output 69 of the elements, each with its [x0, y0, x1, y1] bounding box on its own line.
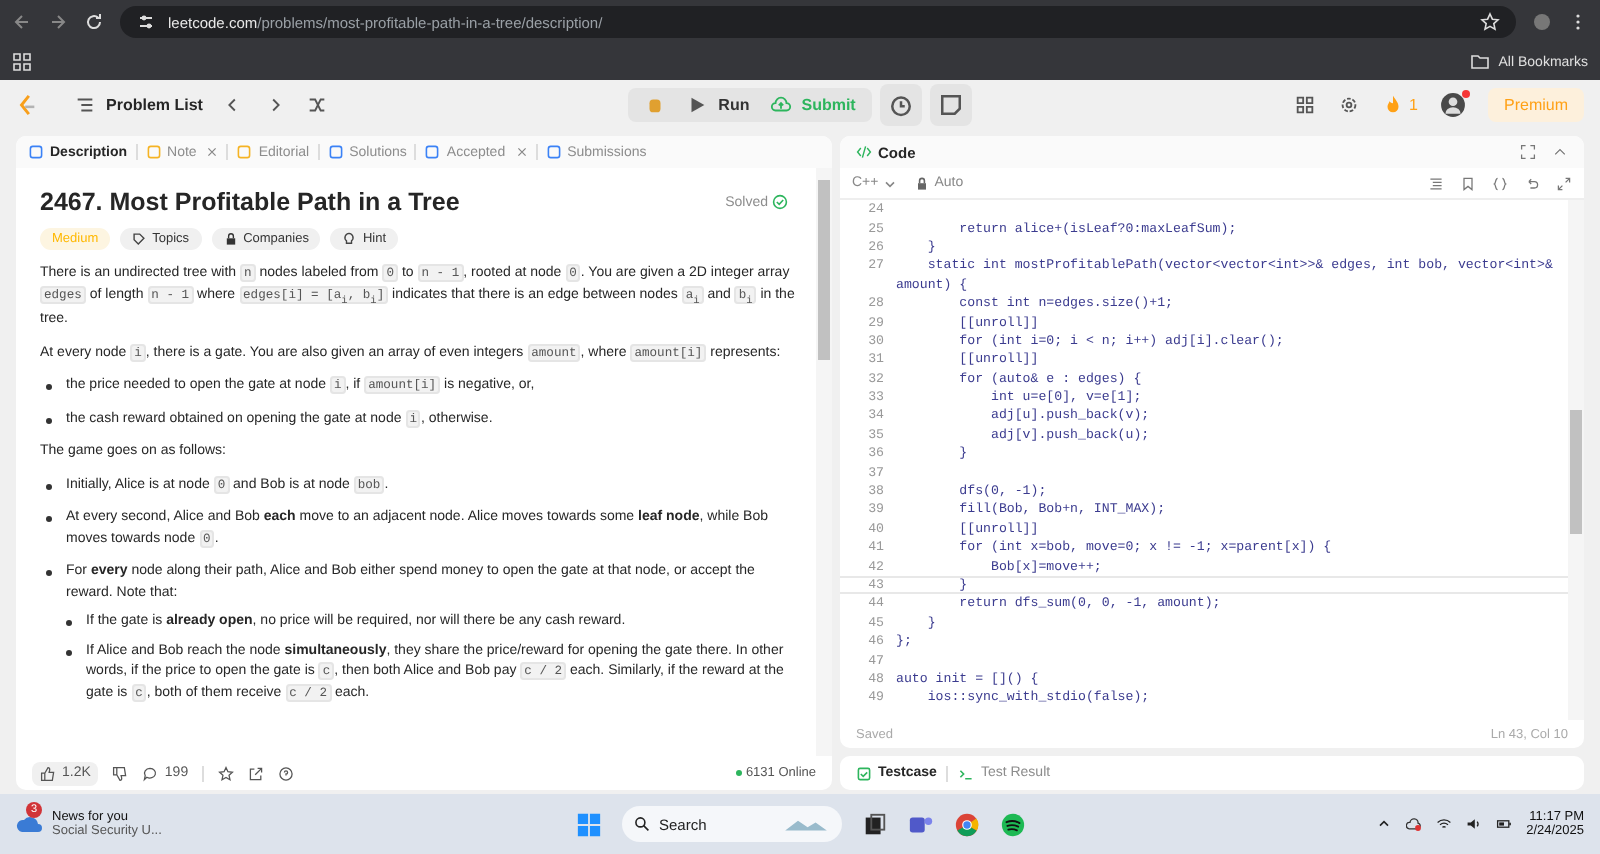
- format-icon[interactable]: [1428, 175, 1444, 191]
- expand-icon[interactable]: [1520, 144, 1536, 160]
- star-icon[interactable]: [218, 765, 235, 781]
- notification-dot: [1462, 89, 1470, 97]
- code-brackets-icon: [856, 144, 872, 160]
- volume-icon[interactable]: [1466, 816, 1483, 832]
- list-icon: [74, 93, 96, 115]
- user-avatar[interactable]: [1440, 91, 1466, 117]
- tab-icon: [424, 144, 441, 160]
- braces-icon[interactable]: [1492, 175, 1508, 191]
- tab-icon: [545, 144, 562, 160]
- tab-icon: [327, 144, 344, 160]
- undo-icon[interactable]: [1524, 175, 1540, 191]
- close-icon[interactable]: [515, 146, 528, 158]
- bullet-dot: [46, 384, 52, 391]
- lightbulb-icon: [342, 232, 357, 246]
- scrollbar-thumb[interactable]: [1570, 410, 1582, 534]
- comment-icon: [142, 765, 159, 781]
- battery-icon[interactable]: [1496, 816, 1513, 832]
- bullet-dot: [46, 570, 52, 577]
- problem-list-button[interactable]: Problem List: [74, 93, 203, 115]
- bullet-dot: [66, 620, 72, 627]
- spotify-icon[interactable]: [999, 811, 1025, 837]
- task-view-icon[interactable]: [861, 811, 887, 837]
- search-icon: [633, 816, 649, 832]
- cloud-upload-icon: [769, 93, 792, 115]
- bullet-dot: [66, 649, 72, 656]
- checkbox-icon: [856, 765, 872, 781]
- profile-avatar-icon[interactable]: [1532, 12, 1552, 32]
- tab-icon: [236, 144, 253, 160]
- bookmark-icon[interactable]: [1460, 175, 1476, 191]
- collapse-icon[interactable]: [1552, 144, 1568, 160]
- tab-icon: [145, 144, 162, 160]
- check-circle-icon: [772, 194, 788, 210]
- avatar-icon: [1440, 91, 1466, 117]
- apps-grid-icon[interactable]: [12, 52, 32, 72]
- site-settings-icon[interactable]: [136, 12, 156, 32]
- maximize-icon[interactable]: [1556, 175, 1572, 191]
- bullet-dot: [46, 483, 52, 490]
- layout-grid-icon[interactable]: [1293, 93, 1316, 115]
- note-icon[interactable]: [929, 83, 972, 125]
- scrollbar-thumb[interactable]: [818, 180, 830, 360]
- reload-icon[interactable]: [84, 12, 104, 32]
- terminal-icon: [958, 765, 975, 781]
- settings-icon[interactable]: [1337, 93, 1360, 115]
- folder-icon: [1470, 52, 1491, 72]
- close-icon[interactable]: [206, 146, 219, 158]
- tag-icon: [132, 232, 147, 246]
- bullet-dot: [46, 417, 52, 424]
- shuffle-icon[interactable]: [306, 93, 329, 115]
- tab-icon: [28, 144, 44, 160]
- play-icon: [686, 93, 709, 115]
- lock-icon: [223, 232, 238, 246]
- problem-title: 2467. Most Profitable Path in a Tree: [40, 188, 460, 216]
- alarm-clock-icon[interactable]: [879, 83, 922, 125]
- chevron-up-icon[interactable]: [1376, 816, 1393, 832]
- help-icon[interactable]: [278, 765, 295, 781]
- thumbs-down-icon[interactable]: [112, 765, 129, 781]
- back-icon[interactable]: [12, 12, 32, 32]
- thumbs-up-icon: [40, 765, 56, 781]
- run-button[interactable]: Run: [686, 93, 750, 115]
- chrome-icon[interactable]: [953, 811, 979, 837]
- share-icon[interactable]: [248, 765, 265, 781]
- windows-start-icon[interactable]: [575, 811, 601, 837]
- cloud-icon[interactable]: [1406, 816, 1423, 832]
- forward-icon[interactable]: [48, 12, 68, 32]
- lock-icon: [914, 175, 931, 191]
- wifi-icon[interactable]: [1436, 816, 1453, 832]
- bullet-dot: [46, 516, 52, 523]
